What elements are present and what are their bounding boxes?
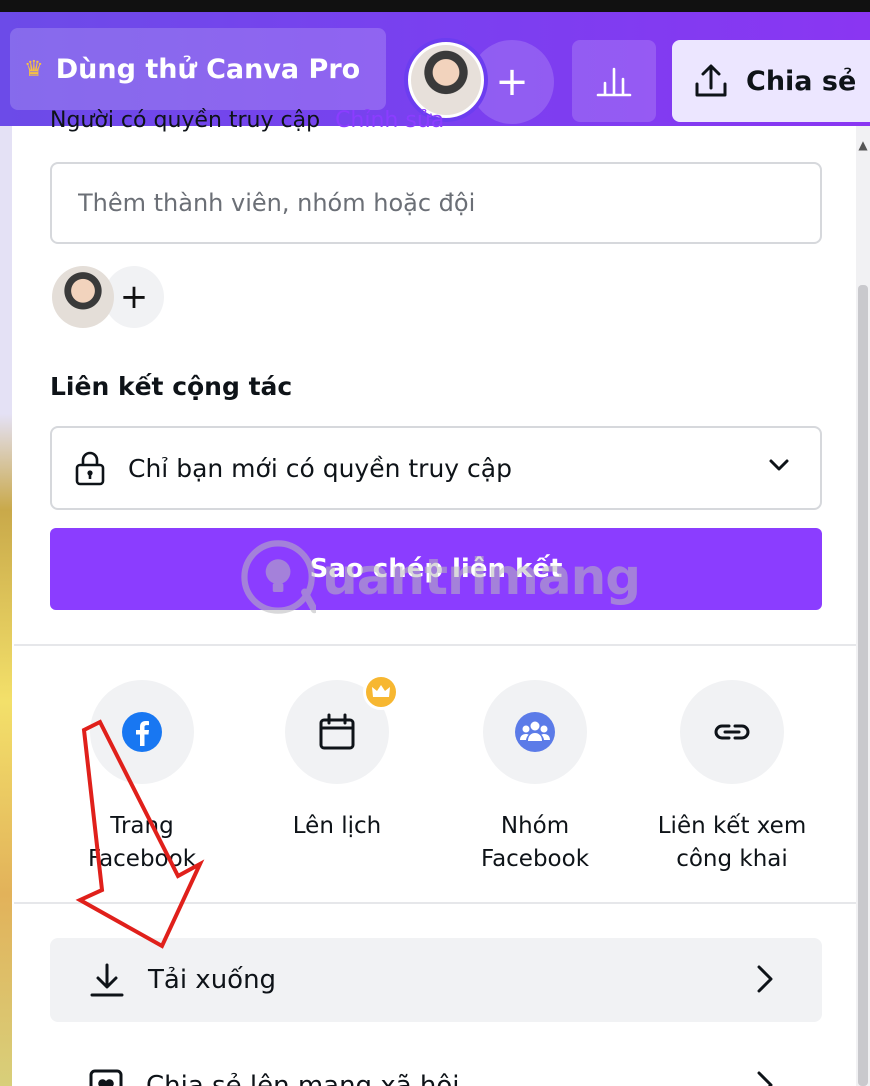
lock-icon — [75, 451, 105, 486]
share-panel: Người có quyền truy cập Chỉnh sửa + Liên… — [14, 108, 856, 1086]
share-social-label: Chia sẻ lên mạng xã hội — [146, 1071, 460, 1086]
chevron-right-icon — [757, 1071, 773, 1086]
copy-link-button[interactable]: Sao chép liên kết — [50, 528, 822, 610]
facebook-group-label-line2: Facebook — [480, 846, 590, 872]
section-divider — [14, 902, 856, 904]
facebook-page-label: Trang Facebook — [52, 810, 232, 876]
crown-icon: ♛ — [24, 56, 44, 82]
public-view-link-button[interactable] — [680, 680, 784, 784]
facebook-icon — [122, 712, 162, 752]
access-level-value: Chỉ bạn mới có quyền truy cập — [128, 453, 512, 483]
facebook-page-label-line2: Facebook — [87, 846, 197, 872]
calendar-icon — [319, 713, 355, 750]
people-with-access-heading: Người có quyền truy cập Chỉnh sửa — [50, 108, 444, 133]
chevron-right-icon — [757, 965, 773, 993]
download-icon — [90, 963, 124, 997]
crown-icon — [372, 685, 390, 697]
share-facebook-group[interactable]: Nhóm Facebook — [445, 680, 625, 876]
try-canva-pro-label: Dùng thử Canva Pro — [55, 53, 361, 85]
share-button[interactable]: Chia sẻ — [672, 40, 870, 122]
insights-button[interactable] — [572, 40, 656, 122]
scroll-up-arrow-icon[interactable]: ▲ — [858, 138, 868, 154]
download-label: Tải xuống — [148, 965, 277, 995]
member-avatar — [52, 266, 114, 328]
canvas-edge — [0, 126, 12, 1086]
facebook-group-label: Nhóm Facebook — [445, 810, 625, 876]
schedule-label-line1: Lên lịch — [292, 813, 382, 839]
share-social-row[interactable]: Chia sẻ lên mạng xã hội — [50, 1044, 822, 1086]
schedule-button[interactable] — [285, 674, 399, 784]
facebook-group-label-line1: Nhóm — [500, 813, 570, 839]
share-label: Chia sẻ — [746, 65, 857, 97]
try-canva-pro-button[interactable]: ♛ Dùng thử Canva Pro — [10, 28, 386, 110]
share-facebook-page[interactable]: Trang Facebook — [52, 680, 232, 876]
facebook-group-icon — [515, 712, 555, 752]
collab-link-title: Liên kết cộng tác — [50, 372, 293, 401]
add-member-input[interactable] — [50, 162, 822, 244]
people-with-access-label: Người có quyền truy cập — [50, 108, 321, 133]
link-icon — [714, 724, 750, 740]
public-view-link-label: Liên kết xem công khai — [642, 810, 822, 876]
edit-permission-link[interactable]: Chỉnh sửa — [335, 108, 444, 133]
share-schedule[interactable]: Lên lịch — [247, 674, 427, 843]
access-level-select[interactable]: Chỉ bạn mới có quyền truy cập — [50, 426, 822, 510]
facebook-page-button[interactable] — [90, 680, 194, 784]
bar-chart-icon — [596, 67, 632, 97]
scrollbar-thumb[interactable] — [858, 285, 868, 1086]
facebook-group-button[interactable] — [483, 680, 587, 784]
download-row[interactable]: Tải xuống — [50, 938, 822, 1022]
facebook-page-label-line1: Trang — [110, 813, 174, 839]
public-view-link-label-line1: Liên kết xem — [657, 813, 807, 839]
share-public-view-link[interactable]: Liên kết xem công khai — [642, 680, 822, 876]
upload-icon — [695, 64, 727, 97]
schedule-label: Lên lịch — [247, 810, 427, 843]
public-view-link-label-line2: công khai — [676, 846, 788, 872]
section-divider — [14, 644, 856, 646]
pro-crown-badge — [363, 674, 399, 710]
chevron-down-icon — [769, 459, 789, 471]
copy-link-label: Sao chép liên kết — [309, 554, 563, 584]
social-heart-icon — [89, 1069, 123, 1086]
